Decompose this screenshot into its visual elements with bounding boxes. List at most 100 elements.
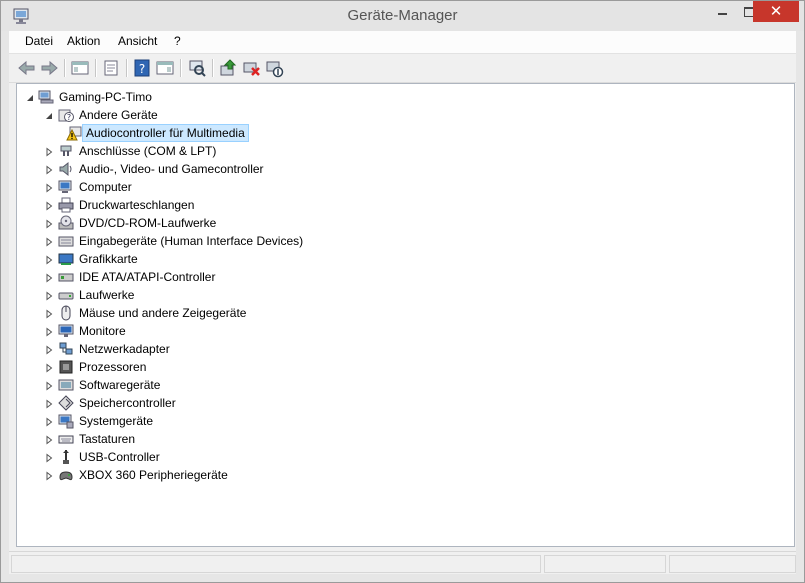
processor-icon (58, 359, 74, 375)
expand-arrow-icon[interactable] (44, 326, 54, 337)
window-title: Geräte-Manager (347, 7, 458, 24)
printer-icon (58, 197, 74, 213)
show-hide-console-tree-icon[interactable] (70, 58, 90, 78)
tree-node-label: Softwaregeräte (79, 378, 161, 392)
close-button[interactable]: ✕ (753, 1, 799, 22)
tree-node-label: USB-Controller (79, 450, 160, 464)
collapse-arrow-icon[interactable] (25, 92, 35, 102)
expand-arrow-icon[interactable] (44, 380, 54, 391)
expand-arrow-icon[interactable] (44, 200, 54, 211)
tree-node-label: IDE ATA/ATAPI-Controller (79, 270, 216, 284)
expand-arrow-icon[interactable] (44, 344, 54, 355)
network-adapter-icon (58, 341, 74, 357)
toolbar-separator (180, 59, 182, 77)
tree-node-label: DVD/CD-ROM-Laufwerke (79, 216, 217, 230)
tree-node-label: XBOX 360 Peripheriegeräte (79, 468, 228, 482)
tree-node-label: Prozessoren (79, 360, 147, 374)
toolbar-separator (95, 59, 97, 77)
back-arrow-icon[interactable] (17, 58, 37, 78)
show-action-pane-icon[interactable] (155, 58, 175, 78)
expand-arrow-icon[interactable] (44, 416, 54, 427)
tree-node-label: Audio-, Video- und Gamecontroller (79, 162, 264, 176)
title-bar[interactable]: Geräte-Manager ✕ (1, 1, 804, 31)
system-device-icon (58, 413, 74, 429)
svg-text:?: ? (139, 62, 145, 76)
expand-arrow-icon[interactable] (44, 164, 54, 175)
uninstall-device-icon[interactable] (241, 58, 261, 78)
forward-arrow-icon[interactable] (39, 58, 59, 78)
software-device-icon (58, 377, 74, 393)
expand-arrow-icon[interactable] (44, 218, 54, 229)
disable-device-icon[interactable] (264, 58, 284, 78)
display-adapter-icon (58, 251, 74, 267)
tree-node-label: Druckwarteschlangen (79, 198, 195, 212)
close-icon: ✕ (769, 3, 783, 20)
tree-node-label: Laufwerke (79, 288, 135, 302)
tree-node-label: Computer (79, 180, 132, 194)
tree-node-label: Speichercontroller (79, 396, 176, 410)
tree-node-label: Audiocontroller für Multimedia (82, 124, 249, 142)
unknown-device-icon: ? (58, 107, 74, 123)
toolbar-separator (126, 59, 128, 77)
menu-aktion[interactable]: Aktion (65, 34, 102, 48)
tree-node-label: Systemgeräte (79, 414, 154, 428)
speaker-icon (58, 161, 74, 177)
hid-icon (58, 233, 74, 249)
expand-arrow-icon[interactable] (44, 290, 54, 301)
menu-datei[interactable]: Datei (23, 34, 55, 48)
client-area: Datei Aktion Ansicht ? ? Gaming-PC-Timo … (9, 31, 796, 574)
expand-arrow-icon[interactable] (44, 236, 54, 247)
tree-root-label: Gaming-PC-Timo (59, 90, 152, 104)
minimize-button[interactable] (709, 1, 735, 22)
tree-node-label: Grafikkarte (79, 252, 138, 266)
usb-icon (58, 449, 74, 465)
tree-node-label: Tastaturen (79, 432, 136, 446)
tree-node-label: Netzwerkadapter (79, 342, 170, 356)
expand-arrow-icon[interactable] (44, 272, 54, 283)
collapse-arrow-icon[interactable] (44, 110, 54, 120)
optical-drive-icon (58, 215, 74, 231)
properties-icon[interactable] (101, 58, 121, 78)
tree-node-label: Monitore (79, 324, 126, 338)
status-pane (669, 555, 796, 573)
mouse-icon (58, 305, 74, 321)
toolbar-separator (64, 59, 66, 77)
ide-controller-icon (58, 269, 74, 285)
tree-node-label: Anschlüsse (COM & LPT) (79, 144, 217, 158)
menu-help[interactable]: ? (172, 34, 183, 48)
warning-device-icon (66, 125, 82, 141)
expand-arrow-icon[interactable] (44, 398, 54, 409)
expand-arrow-icon[interactable] (44, 434, 54, 445)
expand-arrow-icon[interactable] (44, 470, 54, 481)
gamepad-icon (58, 467, 74, 483)
expand-arrow-icon[interactable] (44, 146, 54, 157)
disk-drive-icon (58, 287, 74, 303)
tree-node-label: Andere Geräte (79, 108, 158, 122)
status-pane (11, 555, 541, 573)
tree-node-label: Eingabegeräte (Human Interface Devices) (79, 234, 304, 248)
expand-arrow-icon[interactable] (44, 362, 54, 373)
keyboard-icon (58, 431, 74, 447)
status-bar (9, 551, 796, 574)
device-manager-window: Geräte-Manager ✕ Datei Aktion Ansicht ? (0, 0, 805, 583)
computer-root-icon (38, 89, 54, 105)
computer-icon (58, 179, 74, 195)
toolbar-separator (212, 59, 214, 77)
toolbar: ? (9, 54, 796, 83)
expand-arrow-icon[interactable] (44, 452, 54, 463)
menu-ansicht[interactable]: Ansicht (116, 34, 159, 48)
port-icon (58, 143, 74, 159)
scan-hardware-icon[interactable] (187, 58, 207, 78)
expand-arrow-icon[interactable] (44, 308, 54, 319)
menu-bar: Datei Aktion Ansicht ? (9, 31, 796, 54)
expand-arrow-icon[interactable] (44, 182, 54, 193)
tree-node-label: Mäuse und andere Zeigegeräte (79, 306, 247, 320)
monitor-icon (58, 323, 74, 339)
help-icon[interactable]: ? (132, 58, 152, 78)
expand-arrow-icon[interactable] (44, 254, 54, 265)
update-driver-icon[interactable] (218, 58, 238, 78)
status-pane (544, 555, 666, 573)
svg-text:?: ? (67, 113, 71, 122)
storage-controller-icon (58, 395, 74, 411)
device-tree[interactable]: Gaming-PC-Timo ? Andere Geräte Audiocont… (16, 83, 795, 547)
